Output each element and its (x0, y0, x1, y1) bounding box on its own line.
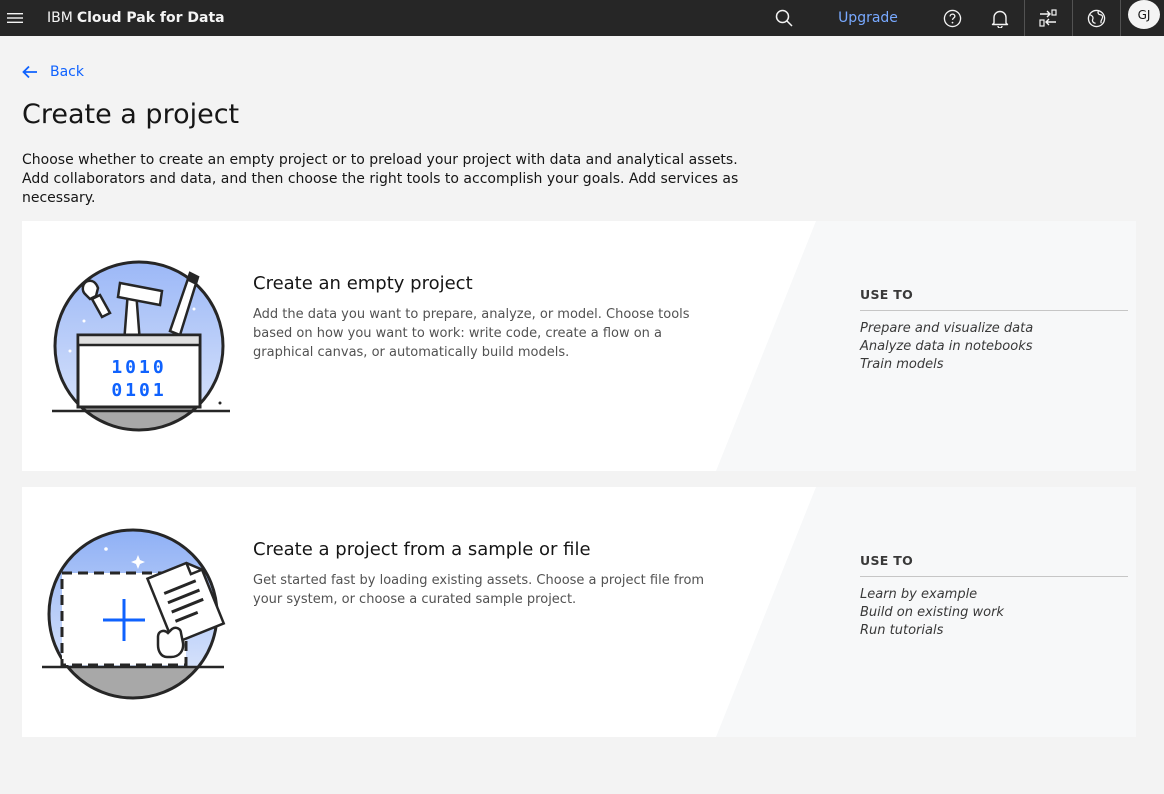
use-to-label: USE TO (860, 553, 1128, 577)
list-item: Analyze data in notebooks (860, 339, 1033, 354)
avatar[interactable]: GJ (1128, 0, 1160, 29)
header-divider (1120, 0, 1121, 36)
use-to-label: USE TO (860, 287, 1128, 311)
card-description: Get started fast by loading existing ass… (253, 573, 705, 607)
use-to-section: USE TO Learn by example Build on existin… (860, 553, 1128, 640)
globe-icon[interactable] (1072, 0, 1120, 36)
top-header: IBM Cloud Pak for Data Upgrade GJ (0, 0, 1164, 36)
use-to-list: Learn by example Build on existing work … (860, 586, 1128, 640)
search-icon[interactable] (760, 0, 808, 36)
page-intro: Choose whether to create an empty projec… (22, 152, 739, 206)
notification-icon[interactable] (976, 0, 1024, 36)
binary-text: 0101 (111, 380, 166, 401)
create-from-sample-card[interactable]: Create a project from a sample or file G… (22, 487, 1136, 737)
file-upload-illustration-icon (42, 528, 226, 700)
brand-product: Cloud Pak for Data (76, 10, 225, 26)
back-label: Back (50, 64, 84, 80)
use-to-list: Prepare and visualize data Analyze data … (860, 320, 1128, 374)
list-item: Train models (860, 357, 944, 372)
card-title: Create a project from a sample or file (253, 539, 591, 560)
brand-ibm: IBM (47, 10, 73, 26)
help-icon[interactable] (928, 0, 976, 36)
binary-text: 1010 (111, 357, 166, 378)
list-item: Run tutorials (860, 623, 944, 638)
card-description: Add the data you want to prepare, analyz… (253, 307, 690, 360)
create-empty-project-card[interactable]: 1010 0101 Create an empty project Add th… (22, 221, 1136, 471)
product-name[interactable]: IBM Cloud Pak for Data (47, 0, 225, 36)
switcher-icon[interactable] (1024, 0, 1072, 36)
arrow-left-icon (22, 65, 37, 79)
page-title: Create a project (22, 99, 240, 130)
list-item: Prepare and visualize data (860, 321, 1034, 336)
back-link[interactable]: Back (22, 62, 84, 82)
menu-icon[interactable] (0, 0, 30, 36)
use-to-section: USE TO Prepare and visualize data Analyz… (860, 287, 1128, 374)
upgrade-link[interactable]: Upgrade (826, 0, 910, 36)
card-title: Create an empty project (253, 273, 473, 294)
list-item: Learn by example (860, 587, 978, 602)
list-item: Build on existing work (860, 605, 1004, 620)
toolbox-illustration-icon: 1010 0101 (52, 260, 230, 432)
